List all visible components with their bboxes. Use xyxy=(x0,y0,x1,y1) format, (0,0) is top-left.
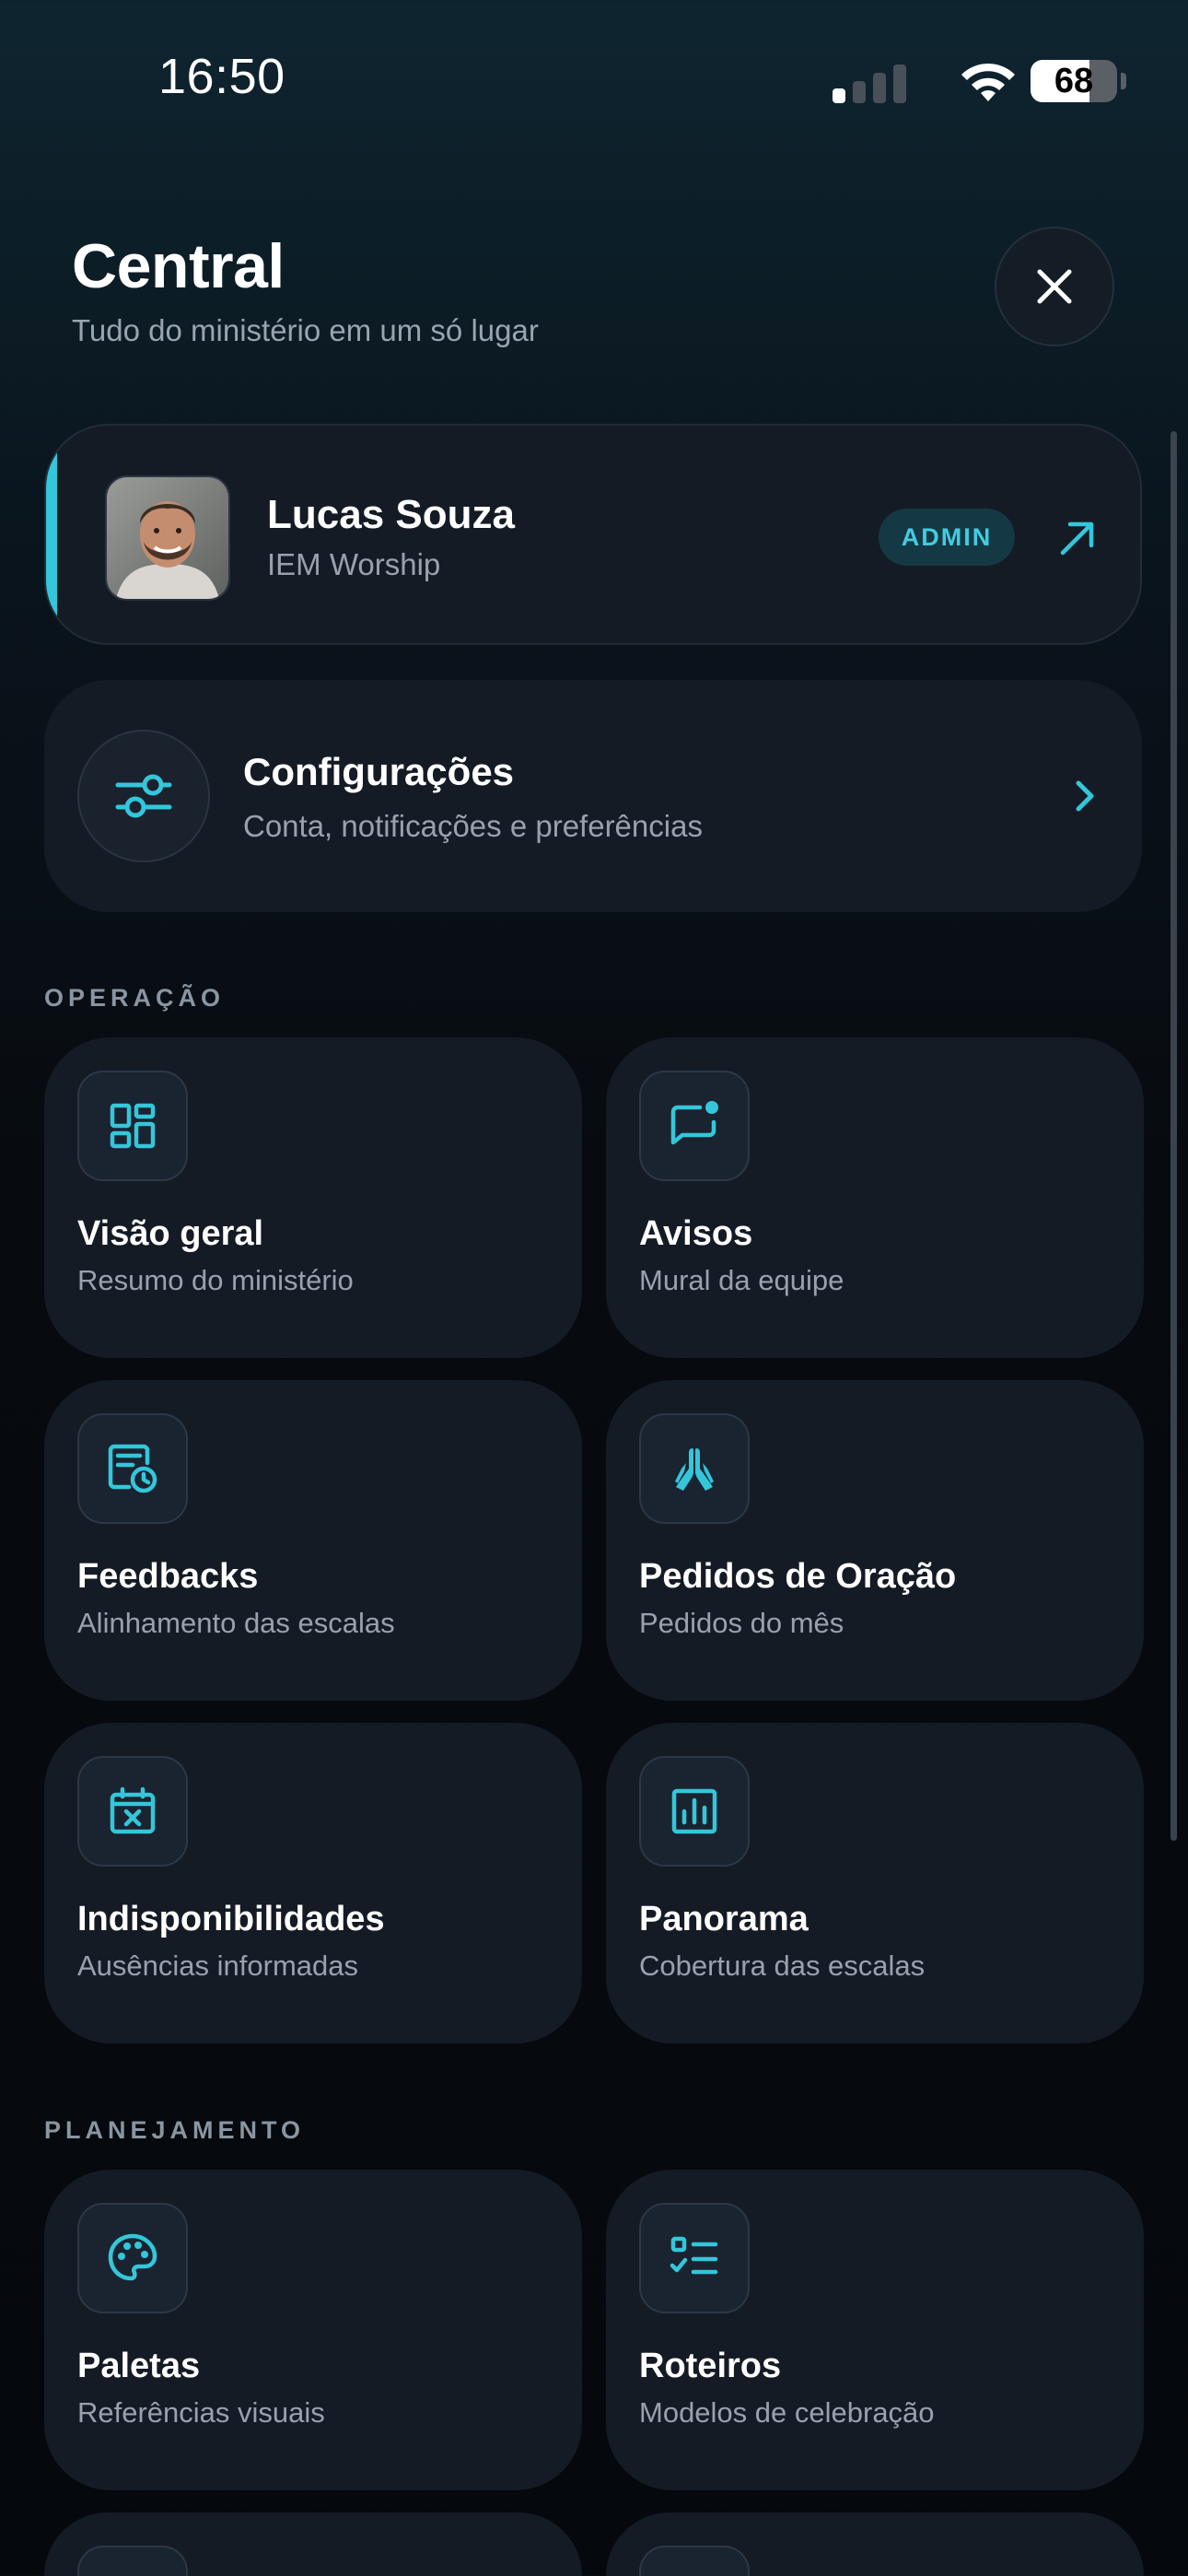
role-badge: ADMIN xyxy=(879,509,1015,566)
profile-organization: IEM Worship xyxy=(267,547,441,581)
close-icon xyxy=(1037,269,1072,304)
tile-subtitle: Referências visuais xyxy=(77,2396,325,2429)
tile-roteiros[interactable]: Roteiros Modelos de celebração xyxy=(606,2170,1144,2490)
tile-icon-wrapper xyxy=(639,2203,750,2313)
tile-icon-wrapper xyxy=(77,1413,188,1524)
tile-next-left[interactable] xyxy=(44,2512,582,2576)
tile-avisos[interactable]: Avisos Mural da equipe xyxy=(606,1037,1144,1358)
document-clock-icon xyxy=(108,1444,157,1493)
settings-title: Configurações xyxy=(243,750,515,793)
tile-title: Visão geral xyxy=(77,1214,264,1253)
tile-paletas[interactable]: Paletas Referências visuais xyxy=(44,2170,582,2490)
battery-level: 68 xyxy=(1054,62,1094,100)
tile-title: Indisponibilidades xyxy=(77,1900,385,1938)
open-profile-button[interactable] xyxy=(1041,501,1114,575)
tile-panorama[interactable]: Panorama Cobertura das escalas xyxy=(606,1723,1144,2043)
profile-name: Lucas Souza xyxy=(267,492,515,537)
page-subtitle: Tudo do ministério em um só lugar xyxy=(72,313,539,347)
tile-icon-wrapper xyxy=(77,1071,188,1181)
tile-subtitle: Pedidos do mês xyxy=(639,1607,844,1639)
bar-chart-icon xyxy=(671,1788,717,1834)
tile-icon-wrapper xyxy=(77,1756,188,1867)
page-title: Central xyxy=(72,231,285,301)
tile-title: Feedbacks xyxy=(77,1557,259,1596)
checklist-icon xyxy=(670,2236,718,2275)
profile-card[interactable]: Lucas Souza IEM Worship ADMIN xyxy=(44,424,1142,645)
tile-subtitle: Cobertura das escalas xyxy=(639,1950,926,1982)
settings-subtitle: Conta, notificações e preferências xyxy=(243,809,703,843)
chevron-right-icon xyxy=(1057,768,1112,824)
arrow-up-right-icon xyxy=(1060,521,1094,556)
tile-icon-wrapper xyxy=(77,2546,188,2576)
section-label-operacao: OPERAÇÃO xyxy=(44,984,226,1012)
tile-feedbacks[interactable]: Feedbacks Alinhamento das escalas xyxy=(44,1380,582,1701)
tile-icon-wrapper xyxy=(639,1756,750,1867)
settings-icon-wrapper xyxy=(77,730,210,862)
tile-pedidos-de-oracao[interactable]: Pedidos de Oração Pedidos do mês xyxy=(606,1380,1144,1701)
tile-title: Paletas xyxy=(77,2347,201,2385)
tile-subtitle: Modelos de celebração xyxy=(639,2396,935,2429)
tile-subtitle: Mural da equipe xyxy=(639,1264,844,1296)
message-notification-icon xyxy=(670,1101,718,1145)
tile-icon-wrapper xyxy=(639,1413,750,1524)
sliders-icon xyxy=(115,774,172,818)
tile-title: Avisos xyxy=(639,1214,753,1253)
tile-icon-wrapper xyxy=(639,1071,750,1181)
status-time: 16:50 xyxy=(158,49,285,104)
settings-card[interactable]: Configurações Conta, notificações e pref… xyxy=(44,680,1142,912)
wifi-icon xyxy=(961,63,1015,101)
tile-title: Pedidos de Oração xyxy=(639,1557,957,1596)
tile-indisponibilidades[interactable]: Indisponibilidades Ausências informadas xyxy=(44,1723,582,2043)
tile-subtitle: Ausências informadas xyxy=(77,1950,358,1982)
praying-hands-icon xyxy=(675,1448,714,1491)
tile-icon-wrapper xyxy=(639,2546,750,2576)
tile-title: Panorama xyxy=(639,1900,809,1938)
profile-accent-bar xyxy=(46,426,57,643)
tile-subtitle: Resumo do ministério xyxy=(77,1264,354,1296)
scrollbar[interactable] xyxy=(1171,431,1177,1841)
calendar-x-icon xyxy=(110,1786,156,1834)
avatar xyxy=(105,475,230,601)
tile-visao-geral[interactable]: Visão geral Resumo do ministério xyxy=(44,1037,582,1358)
close-button[interactable] xyxy=(995,227,1114,346)
tile-icon-wrapper xyxy=(77,2203,188,2313)
battery-icon: 68 xyxy=(1031,60,1117,102)
section-label-planejamento: PLANEJAMENTO xyxy=(44,2116,306,2144)
palette-icon xyxy=(108,2233,157,2281)
dashboard-icon xyxy=(110,1103,156,1149)
cellular-signal-icon xyxy=(833,64,906,103)
tile-subtitle: Alinhamento das escalas xyxy=(77,1607,395,1639)
tile-next-right[interactable] xyxy=(606,2512,1144,2576)
tile-title: Roteiros xyxy=(639,2347,782,2385)
